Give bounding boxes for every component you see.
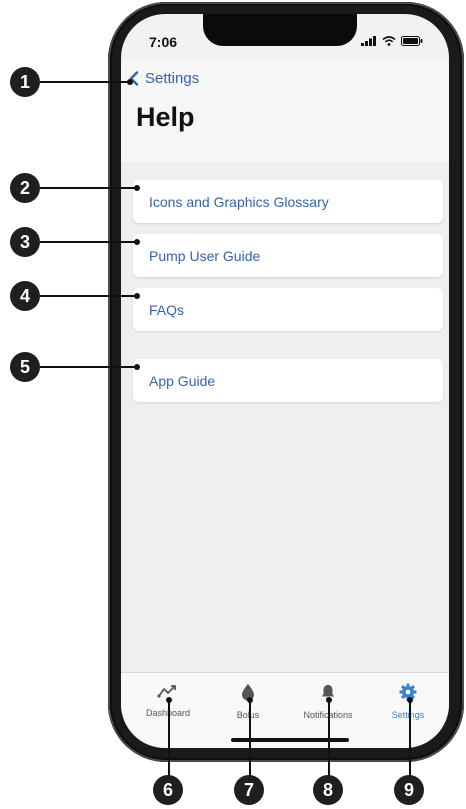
menu-item-label: App Guide	[149, 372, 216, 389]
callout-4: 4	[10, 281, 40, 311]
callout-2: 2	[10, 173, 40, 203]
battery-icon	[401, 36, 423, 46]
callout-dot	[134, 364, 140, 370]
back-button[interactable]: Settings	[129, 70, 199, 87]
menu-item-pump-user-guide[interactable]: Pump User Guide	[133, 234, 443, 277]
tab-label: Bolus	[236, 710, 260, 720]
menu-item-faqs[interactable]: FAQs	[133, 288, 443, 331]
callout-6: 6	[153, 775, 183, 805]
callout-dot	[134, 239, 140, 245]
callout-leader	[249, 700, 251, 777]
callout-dot	[134, 185, 140, 191]
callout-8: 8	[313, 775, 343, 805]
phone-notch	[203, 14, 357, 46]
callout-3: 3	[10, 227, 40, 257]
callout-5: 5	[10, 352, 40, 382]
menu-item-icons-glossary[interactable]: Icons and Graphics Glossary	[133, 180, 443, 223]
callout-leader	[40, 81, 130, 83]
wifi-icon	[382, 36, 396, 46]
menu-item-label: Pump User Guide	[149, 247, 261, 264]
callout-dot	[127, 79, 133, 85]
callout-leader	[409, 700, 411, 777]
cellular-signal-icon	[361, 36, 376, 46]
callout-leader	[40, 366, 137, 368]
callout-dot	[134, 293, 140, 299]
callout-leader	[328, 700, 330, 777]
callout-leader	[40, 241, 137, 243]
tab-bar: Dashboard Bolus Notifications	[121, 672, 449, 748]
callout-leader	[40, 187, 137, 189]
navigation-header: Settings Help	[121, 62, 449, 162]
callout-leader	[168, 700, 170, 777]
status-time: 7:06	[149, 34, 178, 50]
status-icons	[361, 36, 423, 46]
tab-label: Settings	[391, 710, 425, 720]
callout-1: 1	[10, 67, 40, 97]
back-button-label: Settings	[145, 70, 200, 87]
page-title: Help	[136, 102, 195, 132]
callout-9: 9	[394, 775, 424, 805]
callout-leader	[40, 295, 137, 297]
phone-screen: 7:06 Settings Help Icons and Graphics Gl…	[121, 14, 449, 748]
menu-item-label: Icons and Graphics Glossary	[149, 193, 329, 210]
menu-item-label: FAQs	[149, 301, 185, 318]
menu-item-app-guide[interactable]: App Guide	[133, 359, 443, 402]
callout-7: 7	[234, 775, 264, 805]
